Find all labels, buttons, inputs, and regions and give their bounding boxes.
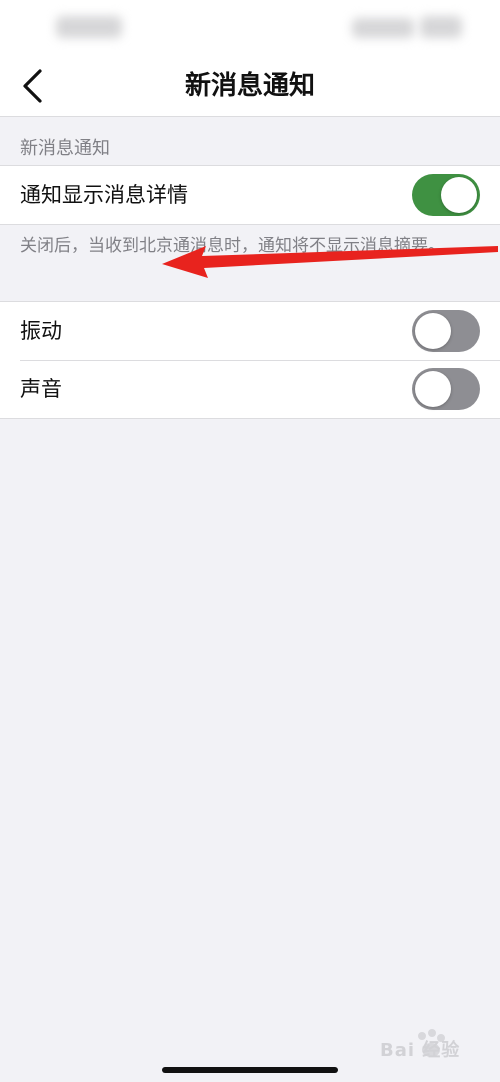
back-button[interactable]	[10, 64, 54, 108]
row-label: 振动	[20, 319, 62, 343]
chevron-left-icon	[23, 69, 42, 103]
row-vibration: 振动	[0, 301, 500, 360]
watermark: Bai 经验	[366, 1026, 496, 1066]
toggle-knob	[441, 177, 477, 213]
description-text: 关闭后，当收到北京通消息时，通知将不显示消息摘要。	[20, 236, 445, 256]
status-signal-blurred	[352, 18, 414, 38]
sound-toggle[interactable]	[412, 368, 480, 410]
status-bar	[0, 0, 500, 56]
home-indicator	[162, 1067, 338, 1073]
row-label: 声音	[20, 377, 62, 401]
status-battery-blurred	[420, 16, 462, 38]
row-label: 通知显示消息详情	[20, 183, 188, 207]
row-sound: 声音	[0, 360, 500, 419]
toggle-knob	[415, 371, 451, 407]
nav-bar: 新消息通知	[0, 56, 500, 117]
notification-details-toggle[interactable]	[412, 174, 480, 216]
watermark-text: Bai 经验	[380, 1040, 461, 1061]
row-notification-details: 通知显示消息详情	[0, 165, 500, 225]
section-header: 新消息通知	[20, 138, 110, 159]
vibration-toggle[interactable]	[412, 310, 480, 352]
row-divider	[20, 360, 500, 361]
page-title: 新消息通知	[184, 71, 315, 101]
toggle-knob	[415, 313, 451, 349]
status-time-blurred	[56, 16, 122, 38]
